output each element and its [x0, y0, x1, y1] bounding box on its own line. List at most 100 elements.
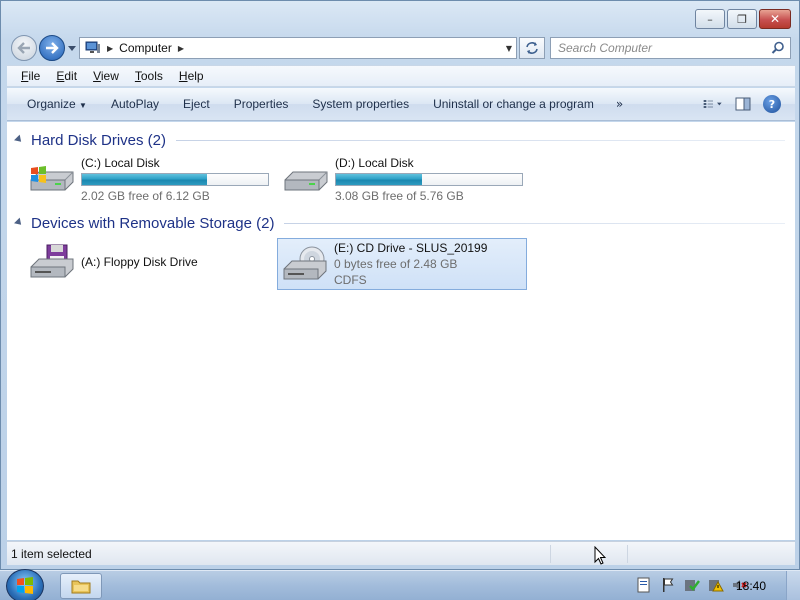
preview-pane-button[interactable]: [733, 95, 753, 113]
mouse-cursor-icon: [594, 546, 606, 565]
drive-free-space: 0 bytes free of 2.48 GB: [334, 257, 458, 271]
menu-file-label: ile: [28, 69, 41, 83]
clock[interactable]: 18:40: [736, 579, 766, 593]
preview-pane-icon: [735, 97, 751, 111]
eject-button[interactable]: Eject: [171, 97, 222, 111]
drive-free-space: 2.02 GB free of 6.12 GB: [81, 189, 210, 203]
organize-label: Organize: [27, 97, 76, 111]
security-check-icon[interactable]: [684, 577, 700, 593]
action-center-flag-icon[interactable]: [660, 577, 676, 593]
usage-bar: [335, 173, 523, 186]
drive-e[interactable]: (E:) CD Drive - SLUS_20199 0 bytes free …: [277, 238, 527, 290]
explorer-window: – ❐ ✕ ▶ Computer ▶ ▼ Search Computer Fil…: [0, 0, 800, 570]
windows-logo-icon: [17, 577, 33, 594]
group-divider: [284, 223, 785, 224]
collapse-triangle-icon[interactable]: [14, 217, 24, 228]
collapse-triangle-icon[interactable]: [14, 134, 24, 145]
forward-arrow-icon: [46, 42, 59, 54]
system-drive-icon: [30, 166, 74, 191]
address-bar[interactable]: ▶ Computer ▶ ▼: [79, 37, 517, 59]
breadcrumb-computer[interactable]: Computer: [119, 41, 172, 55]
menu-view-label: iew: [100, 69, 119, 83]
menu-tools-label: ools: [140, 69, 163, 83]
help-button[interactable]: ?: [763, 95, 781, 113]
command-bar-right: ?: [703, 95, 781, 113]
folder-icon: [71, 580, 91, 594]
uninstall-program-button[interactable]: Uninstall or change a program: [421, 97, 606, 111]
menu-view[interactable]: View: [93, 69, 119, 83]
search-input[interactable]: Search Computer: [558, 41, 769, 55]
system-tray: [636, 577, 748, 593]
menu-file[interactable]: File: [21, 69, 40, 83]
restore-icon: ❐: [737, 12, 747, 26]
group-title: Devices with Removable Storage (2): [31, 215, 275, 232]
drive-c[interactable]: (C:) Local Disk 2.02 GB free of 6.12 GB: [25, 154, 275, 206]
group-header-hard-disk-drives[interactable]: Hard Disk Drives (2): [14, 132, 785, 149]
more-commands-button[interactable]: »: [606, 97, 633, 111]
menu-tools[interactable]: Tools: [135, 69, 163, 83]
drive-name: (A:) Floppy Disk Drive: [81, 255, 198, 269]
close-button[interactable]: ✕: [759, 9, 791, 29]
start-button[interactable]: [6, 569, 44, 600]
hard-drive-icon: [284, 171, 328, 191]
menu-help-label: elp: [187, 69, 204, 83]
status-bar: 1 item selected: [7, 541, 795, 565]
recent-pages-dropdown[interactable]: [67, 43, 77, 53]
maximize-button[interactable]: ❐: [727, 9, 757, 29]
cd-drive-icon: [283, 246, 327, 280]
system-properties-button[interactable]: System properties: [300, 97, 421, 111]
breadcrumb-arrow-icon[interactable]: ▶: [107, 44, 113, 53]
group-header-removable-storage[interactable]: Devices with Removable Storage (2): [14, 215, 785, 232]
drive-name: (E:) CD Drive - SLUS_20199: [334, 241, 488, 255]
floppy-drive-icon: [30, 244, 74, 278]
chevron-down-icon: ▼: [79, 101, 87, 110]
back-arrow-icon: [17, 42, 30, 54]
forward-button[interactable]: [39, 35, 65, 61]
address-row: ▶ Computer ▶ ▼ Search Computer: [1, 33, 799, 63]
address-dropdown-icon[interactable]: ▼: [506, 44, 512, 53]
status-divider: [627, 545, 628, 563]
document-tray-icon[interactable]: [636, 577, 652, 593]
warning-tray-icon[interactable]: [708, 577, 724, 593]
caption-buttons: – ❐ ✕: [695, 9, 791, 29]
command-bar: Organize ▼ AutoPlay Eject Properties Sys…: [7, 88, 795, 121]
minimize-icon: –: [707, 12, 713, 26]
usage-bar: [81, 173, 269, 186]
computer-icon: [85, 41, 100, 53]
content-pane: Hard Disk Drives (2) (C:) Local Disk 2.0…: [7, 122, 795, 540]
drive-name: (C:) Local Disk: [81, 156, 160, 170]
search-icon[interactable]: [769, 39, 787, 57]
properties-button[interactable]: Properties: [222, 97, 301, 111]
menu-view-accel: V: [93, 69, 101, 83]
menu-edit-label: dit: [64, 69, 78, 83]
menu-edit[interactable]: Edit: [56, 69, 77, 83]
usage-bar-fill: [336, 174, 422, 185]
drive-filesystem: CDFS: [334, 273, 367, 287]
menu-help-accel: H: [178, 69, 188, 83]
menu-bar: File Edit View Tools Help: [7, 65, 795, 87]
drive-a[interactable]: (A:) Floppy Disk Drive: [25, 237, 275, 289]
organize-button[interactable]: Organize ▼: [7, 97, 99, 111]
taskbar-explorer-button[interactable]: [60, 573, 102, 599]
show-desktop-button[interactable]: [786, 571, 800, 600]
back-button[interactable]: [11, 35, 37, 61]
taskbar: 18:40: [0, 569, 800, 600]
drive-name: (D:) Local Disk: [335, 156, 414, 170]
search-box[interactable]: Search Computer: [550, 37, 791, 59]
menu-help[interactable]: Help: [179, 69, 204, 83]
group-title: Hard Disk Drives (2): [31, 132, 167, 149]
change-view-button[interactable]: [703, 95, 723, 113]
minimize-button[interactable]: –: [695, 9, 725, 29]
breadcrumb-arrow-icon[interactable]: ▶: [178, 44, 184, 53]
usage-bar-fill: [82, 174, 207, 185]
group-divider: [176, 140, 785, 141]
status-text: 1 item selected: [11, 546, 92, 561]
drive-free-space: 3.08 GB free of 5.76 GB: [335, 189, 464, 203]
drive-d[interactable]: (D:) Local Disk 3.08 GB free of 5.76 GB: [279, 154, 529, 206]
refresh-icon: [526, 42, 538, 54]
refresh-button[interactable]: [519, 37, 545, 59]
status-divider: [550, 545, 551, 563]
close-icon: ✕: [769, 12, 781, 26]
autoplay-button[interactable]: AutoPlay: [99, 97, 171, 111]
help-icon: ?: [768, 97, 776, 111]
